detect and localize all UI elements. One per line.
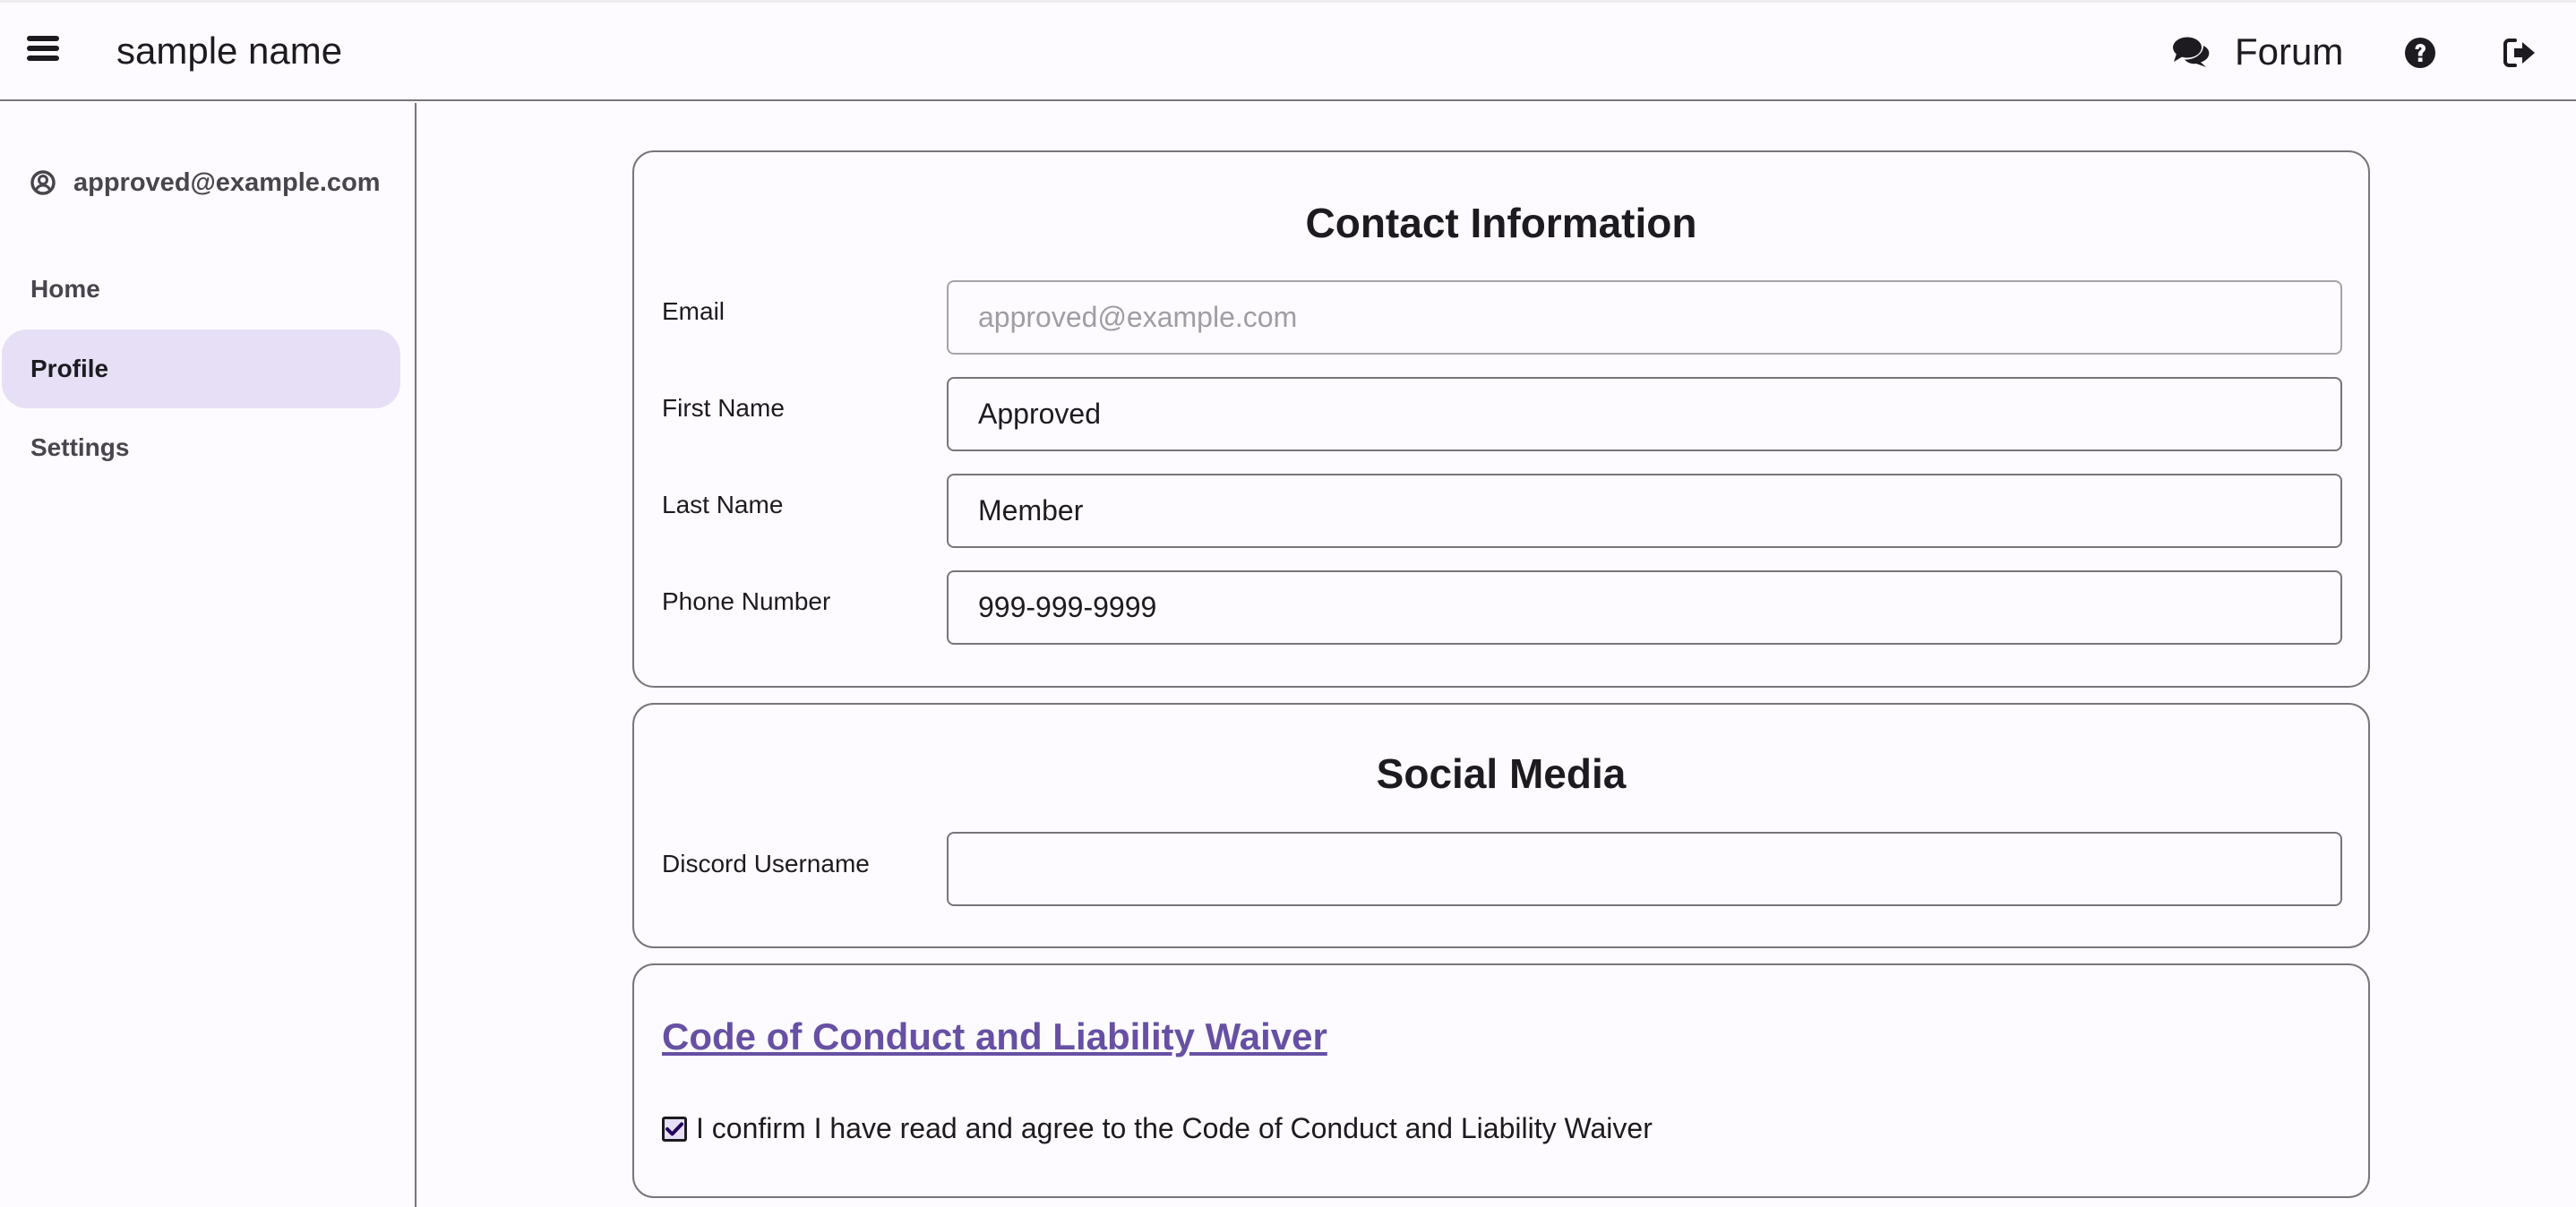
hamburger-menu-icon[interactable] xyxy=(27,36,59,64)
phone-number-field[interactable] xyxy=(947,570,2342,645)
logout-button[interactable] xyxy=(2503,37,2538,69)
email-label: Email xyxy=(662,297,726,325)
contact-information-card: Contact Information Email First Name Las… xyxy=(632,150,2370,688)
sidebar-item-profile[interactable]: Profile xyxy=(2,330,400,408)
menu-bar xyxy=(27,56,59,61)
comments-icon xyxy=(2173,37,2210,67)
help-button[interactable] xyxy=(2404,37,2436,69)
sidebar-item-label: Profile xyxy=(30,355,109,382)
sidebar-item-label: Home xyxy=(30,275,100,303)
discord-username-field[interactable] xyxy=(947,832,2342,906)
user-circle-icon xyxy=(30,170,56,195)
sidebar-item-settings[interactable]: Settings xyxy=(2,408,400,487)
card-title: Contact Information xyxy=(1305,200,1697,246)
phone-number-label: Phone Number xyxy=(662,587,831,615)
menu-bar xyxy=(27,36,59,41)
forum-button[interactable]: Forum xyxy=(2172,28,2343,76)
checkmark-icon xyxy=(665,1122,683,1135)
app-header: sample name Forum xyxy=(0,3,2576,101)
sidebar: approved@example.com Home Profile Settin… xyxy=(0,103,416,1207)
discord-username-label: Discord Username xyxy=(662,850,870,877)
user-info: approved@example.com xyxy=(30,167,381,199)
sidebar-item-home[interactable]: Home xyxy=(2,250,400,329)
waiver-card: Code of Conduct and Liability Waiver I c… xyxy=(632,963,2370,1198)
sidebar-item-label: Settings xyxy=(30,433,130,461)
code-of-conduct-link[interactable]: Code of Conduct and Liability Waiver xyxy=(662,1015,1327,1058)
menu-bar xyxy=(27,46,59,51)
sign-out-icon xyxy=(2503,39,2535,67)
first-name-label: First Name xyxy=(662,394,785,422)
card-title: Social Media xyxy=(1376,750,1627,797)
user-email: approved@example.com xyxy=(73,167,381,197)
app-title: sample name xyxy=(116,30,343,72)
last-name-field[interactable] xyxy=(947,474,2342,548)
waiver-confirm-label: I confirm I have read and agree to the C… xyxy=(696,1112,1653,1144)
waiver-confirm-checkbox[interactable] xyxy=(662,1116,687,1142)
forum-label: Forum xyxy=(2235,30,2344,73)
first-name-field[interactable] xyxy=(947,377,2342,451)
email-field[interactable] xyxy=(947,280,2342,355)
last-name-label: Last Name xyxy=(662,491,784,518)
question-circle-icon xyxy=(2405,38,2435,68)
waiver-confirm-row[interactable]: I confirm I have read and agree to the C… xyxy=(662,1112,1653,1145)
social-media-card: Social Media Discord Username xyxy=(632,703,2370,948)
